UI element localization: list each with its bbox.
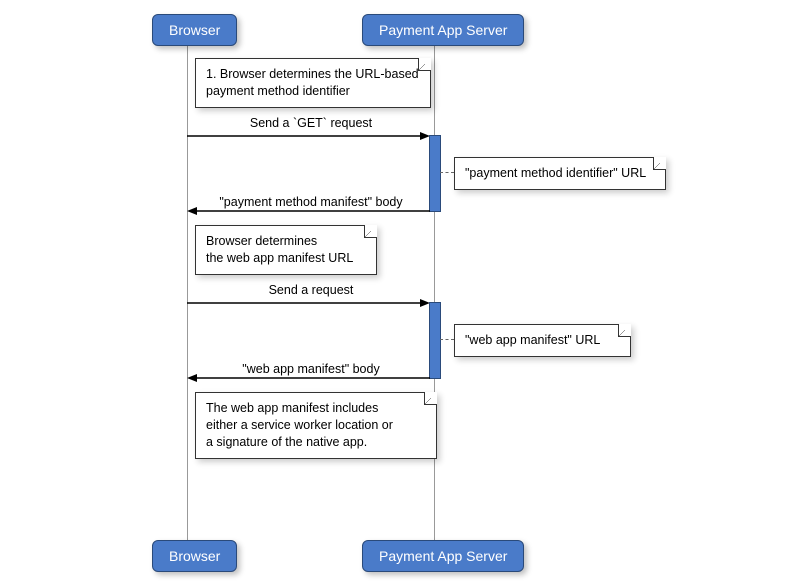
note-web-manifest-url: "web app manifest" URL bbox=[454, 324, 631, 357]
message-request-2-label: Send a request bbox=[188, 283, 434, 297]
participant-server-bottom: Payment App Server bbox=[362, 540, 524, 572]
participant-label: Payment App Server bbox=[379, 22, 507, 38]
note-pmi-url: "payment method identifier" URL bbox=[454, 157, 666, 190]
participant-label: Payment App Server bbox=[379, 548, 507, 564]
arrow-return-2 bbox=[187, 374, 430, 384]
lifeline-server bbox=[434, 42, 435, 540]
note-text: "payment method identifier" URL bbox=[465, 166, 646, 180]
sequence-diagram: Browser Payment App Server 1. Browser de… bbox=[0, 0, 800, 587]
arrow-request-2 bbox=[187, 299, 430, 309]
participant-browser-bottom: Browser bbox=[152, 540, 237, 572]
participant-browser-top: Browser bbox=[152, 14, 237, 46]
arrow-get-request bbox=[187, 132, 430, 142]
message-get-request-label: Send a `GET` request bbox=[188, 116, 434, 130]
note-text: 1. Browser determines the URL-based paym… bbox=[206, 67, 419, 98]
arrow-return-1 bbox=[187, 207, 430, 217]
note-step-5: The web app manifest includes either a s… bbox=[195, 392, 437, 459]
note-text: Browser determines the web app manifest … bbox=[206, 234, 353, 265]
note-text: The web app manifest includes either a s… bbox=[206, 401, 393, 449]
note-step-3: Browser determines the web app manifest … bbox=[195, 225, 377, 275]
note-step-1: 1. Browser determines the URL-based paym… bbox=[195, 58, 431, 108]
note-connector-1 bbox=[440, 172, 454, 173]
participant-server-top: Payment App Server bbox=[362, 14, 524, 46]
participant-label: Browser bbox=[169, 548, 220, 564]
note-connector-2 bbox=[440, 339, 454, 340]
note-text: "web app manifest" URL bbox=[465, 333, 600, 347]
participant-label: Browser bbox=[169, 22, 220, 38]
